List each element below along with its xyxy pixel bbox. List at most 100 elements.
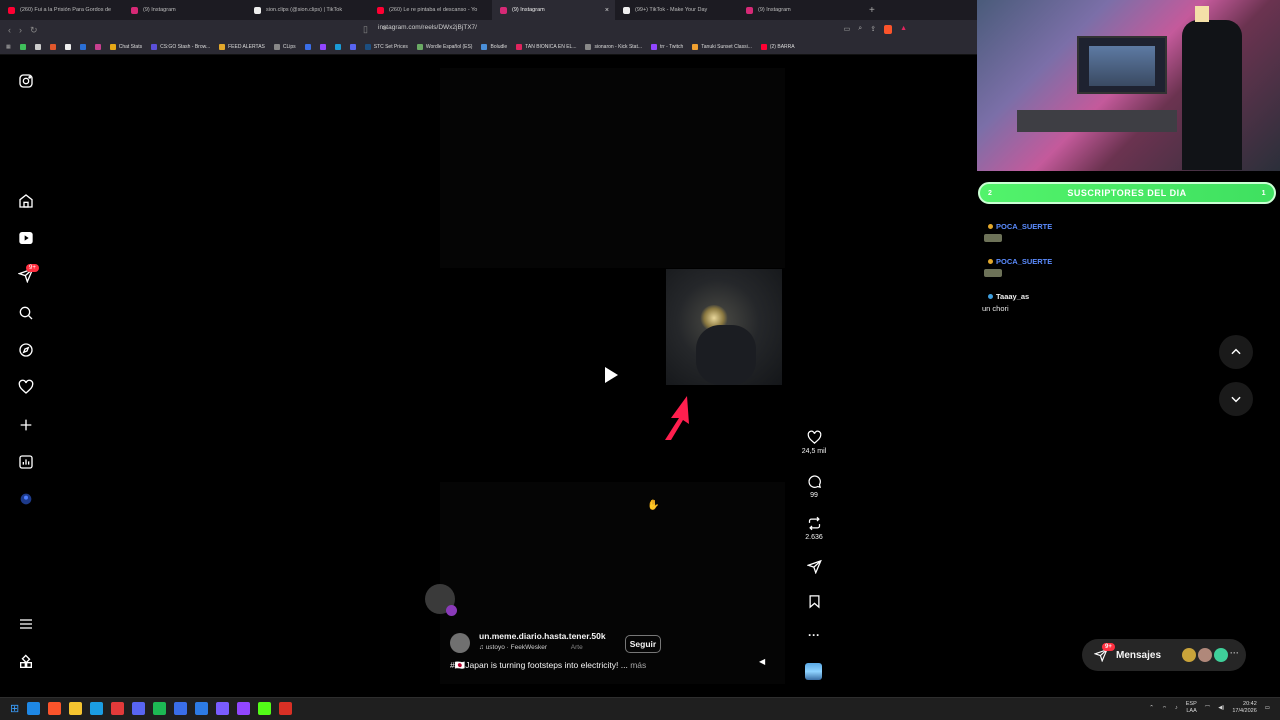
- browser-tab[interactable]: (9) Instagram: [123, 0, 246, 20]
- author-story-avatar[interactable]: [425, 584, 457, 616]
- taskbar-app-icon[interactable]: [153, 702, 167, 715]
- bookmark-item[interactable]: [304, 44, 311, 50]
- more-options-button[interactable]: ···: [798, 628, 830, 642]
- bookmark-item[interactable]: [79, 44, 86, 50]
- notifications-icon[interactable]: [18, 379, 34, 395]
- comment-icon: [807, 475, 821, 488]
- brave-rewards-icon[interactable]: ▲: [900, 25, 907, 34]
- network-icon[interactable]: ⌔: [1162, 705, 1167, 712]
- tray-chevron-icon[interactable]: ⌃: [1149, 705, 1154, 711]
- close-tab-icon[interactable]: ×: [605, 7, 609, 14]
- bookmark-item[interactable]: [319, 44, 326, 50]
- cast-icon[interactable]: ▭: [844, 25, 851, 34]
- repost-button[interactable]: 2.636: [798, 516, 830, 541]
- apps-grid-icon[interactable]: ▦: [6, 44, 11, 50]
- bookmark-item[interactable]: Wordle Español (ES): [416, 44, 472, 50]
- reels-icon[interactable]: [18, 230, 34, 246]
- share-icon[interactable]: ⇪: [870, 25, 876, 34]
- bookmark-item[interactable]: STC Set Prices: [364, 44, 408, 50]
- audio-thumbnail[interactable]: [805, 663, 822, 680]
- taskbar-app-icon[interactable]: [27, 702, 41, 715]
- share-button[interactable]: [798, 559, 830, 574]
- follow-button[interactable]: Seguir: [625, 635, 661, 653]
- bookmark-item[interactable]: TAN BIONICA EN EL...: [516, 44, 576, 50]
- play-icon[interactable]: [605, 367, 618, 383]
- windows-start-icon[interactable]: ⊞: [10, 702, 19, 715]
- tab-title: (260) Le re pintaba el descanso - Yo: [389, 7, 478, 13]
- bookmark-favicon-icon: [760, 44, 767, 50]
- comment-button[interactable]: 99: [798, 474, 830, 499]
- search-icon[interactable]: [18, 305, 34, 321]
- taskbar-app-icon[interactable]: [237, 702, 251, 715]
- bookmark-item[interactable]: CLips: [273, 44, 296, 50]
- next-reel-button[interactable]: [1219, 382, 1253, 416]
- bookmark-item[interactable]: (2) BARRA: [760, 44, 795, 50]
- bookmark-item[interactable]: Chat Stats: [109, 44, 142, 50]
- bookmark-item[interactable]: [34, 44, 41, 50]
- subs-left-count: 2: [988, 189, 993, 197]
- bookmark-item[interactable]: [49, 44, 56, 50]
- clock[interactable]: 20:42 17/4/2026: [1232, 701, 1256, 715]
- wifi-icon[interactable]: ⌒: [1205, 704, 1211, 712]
- back-icon[interactable]: ‹: [8, 25, 11, 35]
- bookmark-item[interactable]: [94, 44, 101, 50]
- reel-username[interactable]: un.meme.diario.hasta.tener.50k: [479, 631, 606, 641]
- mute-icon[interactable]: ◀: [759, 657, 771, 667]
- reel-audio[interactable]: ♫ ustoyo · FeekWesker Arte: [479, 644, 583, 651]
- bookmark-item[interactable]: Tanuki Sunset Classi...: [692, 44, 752, 50]
- forward-icon[interactable]: ›: [19, 25, 22, 35]
- bookmark-icon[interactable]: ▯: [363, 24, 368, 35]
- avatar[interactable]: [450, 633, 470, 653]
- browser-tab[interactable]: (9) Instagram ×: [492, 0, 615, 20]
- url-field[interactable]: instagram.com/reels/DWx2jBjTX7/: [378, 24, 477, 31]
- like-button[interactable]: 24,5 mil: [798, 430, 830, 455]
- more-link[interactable]: más: [630, 660, 646, 670]
- messages-label: Mensajes: [1116, 649, 1162, 661]
- taskbar-app-icon[interactable]: [132, 702, 146, 715]
- bookmark-item[interactable]: [334, 44, 341, 50]
- new-tab-button[interactable]: +: [869, 5, 875, 16]
- bookmark-item[interactable]: [64, 44, 71, 50]
- volume-icon[interactable]: ◀): [1218, 705, 1224, 711]
- taskbar-app-icon[interactable]: [216, 702, 230, 715]
- browser-tab[interactable]: (260) Le re pintaba el descanso - Yo: [369, 0, 492, 20]
- save-button[interactable]: [798, 594, 830, 609]
- taskbar-app-icon[interactable]: [111, 702, 125, 715]
- explore-icon[interactable]: [18, 342, 34, 358]
- taskbar-app-icon[interactable]: [174, 702, 188, 715]
- mic-icon[interactable]: ♪: [1175, 705, 1178, 711]
- messages-button[interactable]: 9+ Mensajes ···: [1082, 639, 1246, 671]
- taskbar-app-icon[interactable]: [69, 702, 83, 715]
- bookmark-item[interactable]: FEED ALERTAS: [219, 44, 265, 50]
- menu-icon[interactable]: [18, 616, 34, 632]
- instagram-logo-icon[interactable]: [18, 73, 34, 89]
- taskbar-app-icon[interactable]: [48, 702, 62, 715]
- zoom-icon[interactable]: ⌕: [858, 25, 862, 34]
- taskbar-app-icon[interactable]: [90, 702, 104, 715]
- taskbar-app-icon[interactable]: [279, 702, 293, 715]
- browser-tab[interactable]: sion.clips (@sion.clips) | TikTok: [246, 0, 369, 20]
- browser-tab[interactable]: (99+) TikTok - Make Your Day: [615, 0, 738, 20]
- bookmark-item[interactable]: [349, 44, 356, 50]
- chevron-down-icon: [1231, 396, 1241, 403]
- bookmark-item[interactable]: Boludle: [481, 44, 507, 50]
- create-icon[interactable]: [18, 417, 34, 433]
- taskbar-app-icon[interactable]: [195, 702, 209, 715]
- previous-reel-button[interactable]: [1219, 335, 1253, 369]
- language-indicator[interactable]: ESP LAA: [1186, 701, 1197, 715]
- bookmark-item[interactable]: sionaron - Kick Stat...: [585, 44, 642, 50]
- notification-icon[interactable]: ▭: [1265, 705, 1270, 711]
- browser-tab[interactable]: (260) Fui a la Prisión Para Gordos de: [0, 0, 123, 20]
- bookmark-item[interactable]: trr - Twitch: [651, 44, 683, 50]
- reload-icon[interactable]: ↻: [30, 25, 38, 36]
- bookmark-item[interactable]: CS:GO Stash - Brow...: [151, 44, 210, 50]
- taskbar-app-icon[interactable]: [258, 702, 272, 715]
- home-icon[interactable]: [18, 193, 34, 209]
- profile-icon[interactable]: [18, 491, 34, 507]
- browser-tab[interactable]: (9) Instagram: [738, 0, 861, 20]
- dashboard-icon[interactable]: [18, 454, 34, 470]
- avatar: [1198, 648, 1212, 662]
- bookmark-item[interactable]: [19, 44, 26, 50]
- more-apps-icon[interactable]: [18, 654, 34, 670]
- brave-shields-icon[interactable]: [884, 25, 893, 34]
